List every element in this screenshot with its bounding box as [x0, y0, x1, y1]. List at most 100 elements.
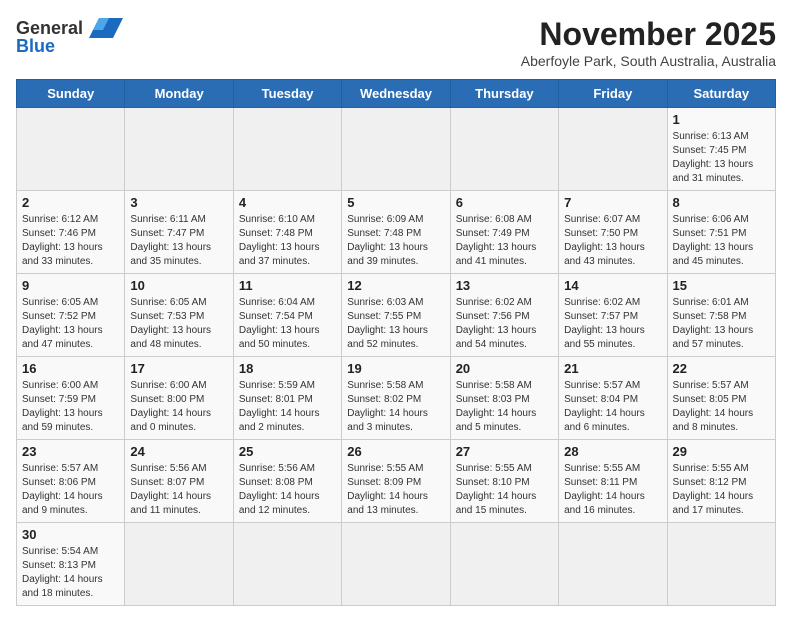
day-number: 1	[673, 112, 770, 127]
day-number: 27	[456, 444, 553, 459]
calendar-day-cell: 4Sunrise: 6:10 AMSunset: 7:48 PMDaylight…	[233, 191, 341, 274]
calendar-day-cell: 17Sunrise: 6:00 AMSunset: 8:00 PMDayligh…	[125, 357, 233, 440]
calendar-day-cell: 7Sunrise: 6:07 AMSunset: 7:50 PMDaylight…	[559, 191, 667, 274]
day-number: 15	[673, 278, 770, 293]
calendar-day-cell: 9Sunrise: 6:05 AMSunset: 7:52 PMDaylight…	[17, 274, 125, 357]
calendar-day-cell	[233, 523, 341, 606]
calendar-week-row: 9Sunrise: 6:05 AMSunset: 7:52 PMDaylight…	[17, 274, 776, 357]
calendar-week-row: 1 Sunrise: 6:13 AMSunset: 7:45 PMDaylight…	[17, 108, 776, 191]
day-number: 6	[456, 195, 553, 210]
day-info: Sunrise: 6:00 AMSunset: 7:59 PMDaylight:…	[22, 379, 119, 435]
day-number: 7	[564, 195, 661, 210]
calendar-day-cell: 10 Sunrise: 6:05 AMSunset: 7:53 PMDayligh…	[125, 274, 233, 357]
weekday-header-wednesday: Wednesday	[342, 80, 450, 108]
calendar-day-cell	[233, 108, 341, 191]
day-info: Sunrise: 6:02 AMSunset: 7:57 PMDaylight:…	[564, 296, 661, 352]
calendar-week-row: 2 Sunrise: 6:12 AMSunset: 7:46 PMDaylight…	[17, 191, 776, 274]
calendar-day-cell: 15 Sunrise: 6:01 AMSunset: 7:58 PMDayligh…	[667, 274, 775, 357]
day-number: 2	[22, 195, 119, 210]
calendar-day-cell: 3 Sunrise: 6:11 AMSunset: 7:47 PMDaylight…	[125, 191, 233, 274]
day-info: Sunrise: 6:04 AMSunset: 7:54 PMDaylight:…	[239, 296, 336, 352]
day-number: 5	[347, 195, 444, 210]
location-title: Aberfoyle Park, South Australia, Austral…	[521, 53, 776, 69]
day-info: Sunrise: 6:06 AMSunset: 7:51 PMDaylight:…	[673, 213, 770, 269]
day-info: Sunrise: 6:09 AMSunset: 7:48 PMDaylight:…	[347, 213, 444, 269]
day-info: Sunrise: 6:10 AMSunset: 7:48 PMDaylight:…	[239, 213, 336, 269]
day-info: Sunrise: 5:57 AMSunset: 8:04 PMDaylight:…	[564, 379, 661, 435]
day-number: 17	[130, 361, 227, 376]
day-number: 30	[22, 527, 119, 542]
day-info: Sunrise: 5:55 AMSunset: 8:09 PMDaylight:…	[347, 462, 444, 518]
weekday-header-sunday: Sunday	[17, 80, 125, 108]
calendar-day-cell	[342, 108, 450, 191]
calendar-day-cell: 25Sunrise: 5:56 AMSunset: 8:08 PMDayligh…	[233, 440, 341, 523]
day-info: Sunrise: 6:08 AMSunset: 7:49 PMDaylight:…	[456, 213, 553, 269]
weekday-header-row: SundayMondayTuesdayWednesdayThursdayFrid…	[17, 80, 776, 108]
calendar-day-cell: 5 Sunrise: 6:09 AMSunset: 7:48 PMDaylight…	[342, 191, 450, 274]
day-number: 22	[673, 361, 770, 376]
day-number: 26	[347, 444, 444, 459]
day-number: 19	[347, 361, 444, 376]
calendar-day-cell: 21Sunrise: 5:57 AMSunset: 8:04 PMDayligh…	[559, 357, 667, 440]
weekday-header-monday: Monday	[125, 80, 233, 108]
day-number: 14	[564, 278, 661, 293]
header: General Blue November 2025 Aberfoyle Par…	[16, 16, 776, 69]
day-info: Sunrise: 6:11 AMSunset: 7:47 PMDaylight:…	[130, 213, 227, 269]
day-number: 12	[347, 278, 444, 293]
day-info: Sunrise: 5:55 AMSunset: 8:11 PMDaylight:…	[564, 462, 661, 518]
day-info: Sunrise: 6:02 AMSunset: 7:56 PMDaylight:…	[456, 296, 553, 352]
day-number: 23	[22, 444, 119, 459]
calendar-day-cell	[450, 523, 558, 606]
day-number: 3	[130, 195, 227, 210]
day-info: Sunrise: 6:05 AMSunset: 7:53 PMDaylight:…	[130, 296, 227, 352]
calendar-day-cell: 1 Sunrise: 6:13 AMSunset: 7:45 PMDaylight…	[667, 108, 775, 191]
day-info: Sunrise: 5:58 AMSunset: 8:02 PMDaylight:…	[347, 379, 444, 435]
day-number: 20	[456, 361, 553, 376]
calendar-day-cell	[342, 523, 450, 606]
calendar-day-cell: 11 Sunrise: 6:04 AMSunset: 7:54 PMDayligh…	[233, 274, 341, 357]
calendar-table: SundayMondayTuesdayWednesdayThursdayFrid…	[16, 79, 776, 606]
calendar-day-cell: 24Sunrise: 5:56 AMSunset: 8:07 PMDayligh…	[125, 440, 233, 523]
day-info: Sunrise: 6:12 AMSunset: 7:46 PMDaylight:…	[22, 213, 119, 269]
calendar-day-cell: 12 Sunrise: 6:03 AMSunset: 7:55 PMDayligh…	[342, 274, 450, 357]
day-info: Sunrise: 6:13 AMSunset: 7:45 PMDaylight:…	[673, 130, 770, 186]
calendar-day-cell: 2 Sunrise: 6:12 AMSunset: 7:46 PMDaylight…	[17, 191, 125, 274]
day-info: Sunrise: 6:03 AMSunset: 7:55 PMDaylight:…	[347, 296, 444, 352]
calendar-week-row: 16 Sunrise: 6:00 AMSunset: 7:59 PMDayligh…	[17, 357, 776, 440]
day-number: 8	[673, 195, 770, 210]
day-number: 25	[239, 444, 336, 459]
day-number: 29	[673, 444, 770, 459]
day-info: Sunrise: 6:01 AMSunset: 7:58 PMDaylight:…	[673, 296, 770, 352]
day-info: Sunrise: 5:54 AMSunset: 8:13 PMDaylight:…	[22, 545, 119, 601]
weekday-header-saturday: Saturday	[667, 80, 775, 108]
day-number: 11	[239, 278, 336, 293]
calendar-body: 1 Sunrise: 6:13 AMSunset: 7:45 PMDaylight…	[17, 108, 776, 606]
logo-blue: Blue	[16, 36, 55, 57]
calendar-day-cell: 18Sunrise: 5:59 AMSunset: 8:01 PMDayligh…	[233, 357, 341, 440]
day-number: 16	[22, 361, 119, 376]
calendar-day-cell	[667, 523, 775, 606]
logo: General Blue	[16, 16, 123, 57]
calendar-day-cell: 20 Sunrise: 5:58 AMSunset: 8:03 PMDayligh…	[450, 357, 558, 440]
title-area: November 2025 Aberfoyle Park, South Aust…	[521, 16, 776, 69]
day-info: Sunrise: 5:58 AMSunset: 8:03 PMDaylight:…	[456, 379, 553, 435]
day-info: Sunrise: 5:56 AMSunset: 8:07 PMDaylight:…	[130, 462, 227, 518]
logo-icon	[85, 16, 123, 40]
calendar-day-cell: 30 Sunrise: 5:54 AMSunset: 8:13 PMDayligh…	[17, 523, 125, 606]
calendar-day-cell: 26 Sunrise: 5:55 AMSunset: 8:09 PMDayligh…	[342, 440, 450, 523]
calendar-week-row: 23Sunrise: 5:57 AMSunset: 8:06 PMDayligh…	[17, 440, 776, 523]
calendar-day-cell: 28 Sunrise: 5:55 AMSunset: 8:11 PMDayligh…	[559, 440, 667, 523]
day-info: Sunrise: 5:59 AMSunset: 8:01 PMDaylight:…	[239, 379, 336, 435]
calendar-day-cell: 22 Sunrise: 5:57 AMSunset: 8:05 PMDayligh…	[667, 357, 775, 440]
calendar-day-cell: 14 Sunrise: 6:02 AMSunset: 7:57 PMDayligh…	[559, 274, 667, 357]
weekday-header-tuesday: Tuesday	[233, 80, 341, 108]
calendar-day-cell	[450, 108, 558, 191]
calendar-day-cell: 23Sunrise: 5:57 AMSunset: 8:06 PMDayligh…	[17, 440, 125, 523]
day-info: Sunrise: 5:57 AMSunset: 8:05 PMDaylight:…	[673, 379, 770, 435]
calendar-day-cell: 19 Sunrise: 5:58 AMSunset: 8:02 PMDayligh…	[342, 357, 450, 440]
calendar-day-cell: 6 Sunrise: 6:08 AMSunset: 7:49 PMDaylight…	[450, 191, 558, 274]
calendar-day-cell	[559, 523, 667, 606]
calendar-day-cell: 29Sunrise: 5:55 AMSunset: 8:12 PMDayligh…	[667, 440, 775, 523]
day-number: 28	[564, 444, 661, 459]
day-number: 10	[130, 278, 227, 293]
